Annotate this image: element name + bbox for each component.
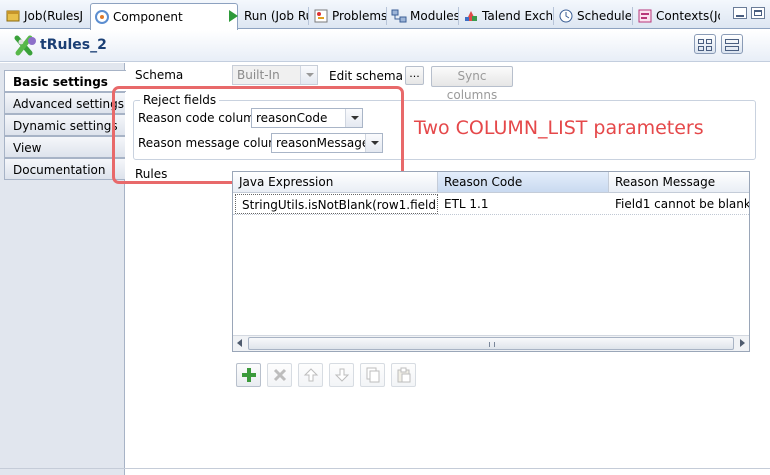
modules-icon (391, 8, 407, 24)
minimize-icon[interactable] (733, 7, 747, 19)
arrow-up-icon (303, 368, 319, 382)
sync-columns-button[interactable]: Sync columns (431, 66, 513, 102)
move-down-button[interactable] (329, 363, 354, 387)
nav-dynamic-settings[interactable]: Dynamic settings (4, 114, 125, 136)
component-icon (94, 9, 110, 25)
table-cell[interactable]: ETL 1.1 (438, 194, 609, 214)
edit-schema-button[interactable]: ... (405, 66, 424, 85)
scheduler-icon (558, 8, 574, 24)
component-title-bar: tRules_2 (0, 30, 770, 62)
problems-icon (313, 8, 329, 24)
tab-label: Scheduler (577, 9, 631, 23)
tab-label: Run (Job Ru (244, 9, 308, 23)
layout-stacked-button[interactable] (721, 34, 743, 54)
tab-separator (632, 7, 633, 25)
maximize-icon[interactable] (751, 7, 765, 19)
tab-label: Problems (332, 9, 386, 23)
column-header-java-expression[interactable]: Java Expression (233, 172, 438, 192)
panel-bottom-border (0, 468, 770, 469)
talend-exchange-icon (463, 8, 479, 24)
nav-advanced-settings[interactable]: Advanced settings (4, 92, 125, 114)
tab-run[interactable]: Run (Job Ru (222, 4, 308, 28)
tab-label: Job(RulesJ (24, 9, 84, 23)
tab-separator (458, 7, 459, 25)
tab-label: Component (113, 10, 183, 24)
column-header-reason-message[interactable]: Reason Message (609, 172, 749, 192)
scroll-right-icon[interactable] (740, 339, 745, 347)
scrollbar-thumb[interactable] (248, 337, 734, 350)
move-up-button[interactable] (298, 363, 323, 387)
table-cell[interactable]: StringUtils.isNotBlank(row1.field1) (235, 194, 438, 214)
table-cell[interactable]: Field1 cannot be blank (609, 194, 749, 214)
arrow-down-icon (334, 368, 350, 382)
tab-job[interactable]: Job(RulesJ (2, 4, 88, 28)
layout-grid-button[interactable] (694, 34, 716, 54)
tab-label: Talend Exch (482, 9, 552, 23)
tab-label: Modules (410, 9, 458, 23)
tab-separator (386, 7, 387, 25)
copy-icon (366, 367, 380, 383)
column-header-reason-code[interactable]: Reason Code (438, 172, 609, 192)
plus-icon (242, 368, 256, 382)
nav-documentation[interactable]: Documentation (4, 158, 125, 180)
job-icon (5, 8, 21, 24)
component-title: tRules_2 (40, 37, 107, 53)
rules-label: Rules (135, 167, 168, 181)
paste-icon (397, 367, 411, 383)
schema-label: Schema (135, 68, 184, 82)
tab-contexts[interactable]: Contexts(Jo (634, 4, 720, 28)
edit-schema-label: Edit schema (329, 69, 403, 83)
tab-label: Contexts(Jo (656, 9, 720, 23)
chevron-down-icon (300, 66, 317, 84)
schema-select[interactable]: Built-In (232, 65, 318, 85)
table-row[interactable]: StringUtils.isNotBlank(row1.field1) ETL … (233, 194, 749, 215)
add-row-button[interactable] (236, 363, 261, 387)
remove-row-button[interactable] (267, 363, 292, 387)
horizontal-scrollbar[interactable] (233, 335, 749, 351)
annotation-text: Two COLUMN_LIST parameters (414, 117, 704, 139)
run-icon (225, 8, 241, 24)
table-header: Java Expression Reason Code Reason Messa… (233, 172, 749, 193)
tab-problems[interactable]: Problems (310, 4, 386, 28)
tab-modules[interactable]: Modules (388, 4, 458, 28)
tab-separator (308, 7, 309, 25)
contexts-icon (637, 8, 653, 24)
tab-component[interactable]: Component ✕ (90, 3, 238, 30)
view-tab-strip: Job(RulesJ Component ✕ Run (Job Ru Probl… (0, 0, 770, 30)
paste-button[interactable] (391, 363, 416, 387)
tab-scheduler[interactable]: Scheduler (555, 4, 631, 28)
schema-value: Built-In (237, 68, 280, 82)
tab-talend-exchange[interactable]: Talend Exch (460, 4, 552, 28)
delete-icon (273, 368, 287, 382)
trules-component-icon (12, 33, 38, 59)
grip-icon (489, 342, 495, 347)
tab-separator (553, 7, 554, 25)
nav-view[interactable]: View (4, 136, 125, 158)
nav-basic-settings[interactable]: Basic settings (4, 70, 126, 92)
rules-table[interactable]: Java Expression Reason Code Reason Messa… (232, 171, 750, 352)
scroll-left-icon[interactable] (237, 339, 242, 347)
copy-button[interactable] (360, 363, 385, 387)
